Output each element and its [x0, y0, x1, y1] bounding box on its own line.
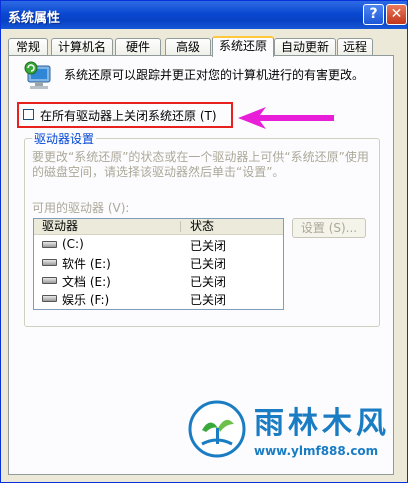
drive-icon	[42, 277, 57, 284]
system-restore-description: 系统还原可以跟踪并更正对您的计算机进行的有害更改。	[64, 68, 365, 82]
arrow-pointer-icon	[238, 107, 334, 129]
disable-all-checkbox[interactable]	[23, 109, 34, 120]
system-restore-icon	[24, 61, 51, 89]
tab-general[interactable]: 常规	[8, 38, 48, 55]
tab-computer-name[interactable]: 计算机名	[51, 38, 113, 55]
tab-advanced[interactable]: 高级	[165, 38, 211, 55]
drive-icon	[42, 259, 57, 266]
column-header-drive[interactable]: 驱动器	[42, 219, 78, 234]
list-item[interactable]: (C:) 已关闭	[34, 236, 283, 253]
drive-name: 文档 (E:)	[62, 275, 111, 289]
list-item[interactable]: 文档 (E:) 已关闭	[34, 272, 283, 289]
column-header-status[interactable]: 状态	[190, 219, 214, 234]
tab-automatic-updates[interactable]: 自动更新	[274, 38, 336, 55]
list-item[interactable]: 娱乐 (F:) 已关闭	[34, 290, 283, 307]
list-header: 驱动器 状态	[34, 219, 283, 235]
settings-button[interactable]: 设置 (S)...	[292, 218, 366, 238]
drive-status: 已关闭	[190, 239, 227, 253]
tab-system-restore[interactable]: 系统还原	[212, 36, 274, 57]
drive-icon	[42, 241, 57, 248]
watermark-url: www.ylmf888.com	[254, 444, 379, 458]
drive-icon	[42, 295, 57, 302]
disable-all-label[interactable]: 在所有驱动器上关闭系统还原 (T)	[40, 107, 217, 124]
help-button[interactable]: ?	[363, 4, 384, 25]
drive-name: 娱乐 (F:)	[62, 293, 110, 307]
list-item[interactable]: 软件 (E:) 已关闭	[34, 254, 283, 271]
watermark-logo-icon	[188, 400, 246, 458]
drive-status: 已关闭	[190, 275, 227, 289]
drive-status: 已关闭	[190, 257, 227, 271]
drive-status: 已关闭	[190, 293, 227, 307]
tab-hardware[interactable]: 硬件	[115, 38, 161, 55]
drives-list[interactable]: 驱动器 状态 (C:) 已关闭 软件 (E:) 已关闭 文档 (E:) 已关闭 …	[33, 218, 284, 310]
title-bar[interactable]: 系统属性 ? ✕	[1, 1, 407, 29]
drive-name: 软件 (E:)	[62, 257, 111, 271]
column-separator[interactable]	[180, 221, 181, 232]
drive-name: (C:)	[62, 237, 84, 251]
drive-settings-info: 要更改“系统还原”的状态或在一个驱动器上可供“系统还原”使用的磁盘空间，请选择该…	[32, 150, 369, 179]
available-drives-label: 可用的驱动器 (V):	[32, 201, 130, 215]
drive-settings-label: 驱动器设置	[32, 130, 97, 147]
close-button[interactable]: ✕	[386, 4, 407, 25]
tab-remote[interactable]: 远程	[337, 38, 373, 55]
watermark: 雨林木风 www.ylmf888.com	[186, 396, 402, 476]
window-title: 系统属性	[8, 11, 61, 26]
watermark-brand: 雨林木风	[254, 406, 390, 441]
